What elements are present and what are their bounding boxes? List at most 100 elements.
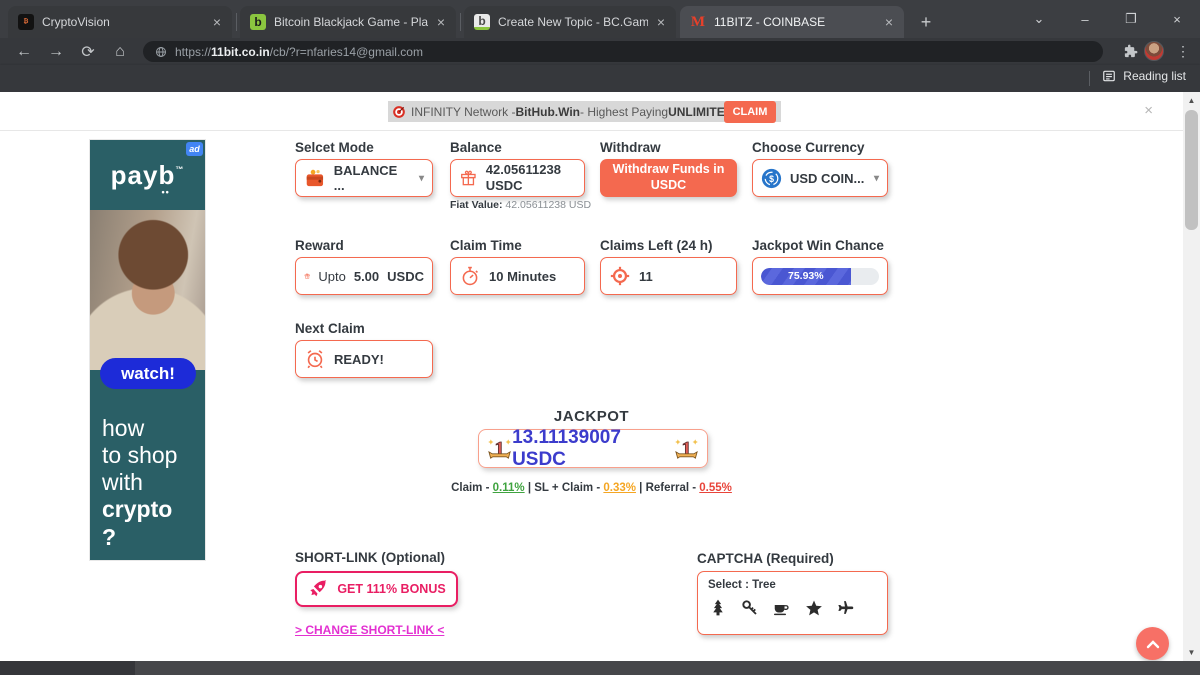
- address-bar[interactable]: https://11bit.co.in/cb/?r=nfaries14@gmai…: [143, 41, 1103, 62]
- scrollbar-down-icon[interactable]: ▼: [1183, 644, 1200, 661]
- new-tab-button[interactable]: +: [912, 8, 940, 36]
- withdraw-button[interactable]: Withdraw Funds in USDC: [600, 159, 737, 197]
- ad-brand-b: b: [158, 160, 175, 191]
- reward-amount: 5.00: [354, 269, 379, 284]
- first-place-medal-icon: 1: [674, 434, 699, 464]
- reading-list-label: Reading list: [1123, 69, 1186, 83]
- restore-button[interactable]: ❐: [1108, 0, 1154, 38]
- scrollbar-thumb[interactable]: [1185, 110, 1198, 230]
- forward-icon[interactable]: →: [40, 40, 72, 64]
- extensions-puzzle-icon[interactable]: [1123, 44, 1138, 59]
- captcha-plane-icon[interactable]: [836, 598, 855, 617]
- tab-cryptovision[interactable]: ₿ CryptoVision ×: [8, 6, 232, 38]
- scroll-to-top-button[interactable]: [1136, 627, 1169, 660]
- banner-claim-button[interactable]: CLAIM: [724, 101, 776, 123]
- claim-time-value: 10 Minutes: [489, 269, 556, 284]
- rate-claim-label: Claim -: [451, 482, 493, 494]
- next-claim-box: READY!: [295, 340, 433, 378]
- rate-referral-value: 0.55%: [699, 482, 732, 494]
- select-mode-dropdown[interactable]: BALANCE ... ▾: [295, 159, 433, 197]
- ad-watch-button[interactable]: watch!: [100, 358, 196, 389]
- fiat-amount: 42.05611238 USD: [503, 199, 592, 211]
- rocket-icon: [307, 578, 329, 600]
- alarm-clock-icon: [304, 348, 326, 370]
- progress-value: 75.93%: [788, 270, 824, 282]
- ad-banner[interactable]: ad payb™ watch! how to shop with crypto …: [90, 140, 205, 560]
- captcha-label: CAPTCHA (Required): [697, 551, 834, 566]
- rate-referral-label: | Referral -: [636, 482, 699, 494]
- tab-close-icon[interactable]: ×: [654, 14, 668, 30]
- jackpot-amount: 13.11139007 USDC: [512, 427, 674, 471]
- chevron-down-icon: ▾: [874, 173, 879, 184]
- banner-close-icon[interactable]: ×: [1144, 102, 1153, 119]
- captcha-star-icon[interactable]: [804, 598, 823, 617]
- get-bonus-label: GET 111% BONUS: [337, 582, 445, 596]
- captcha-tree-icon[interactable]: [708, 598, 727, 617]
- profile-avatar[interactable]: [1144, 41, 1164, 61]
- window-close-button[interactable]: ×: [1154, 0, 1200, 38]
- reward-prefix: Upto: [318, 269, 345, 284]
- captcha-coffee-icon[interactable]: [772, 598, 791, 617]
- tab-11bitz-active[interactable]: M 11BITZ - COINBASE ×: [680, 6, 904, 38]
- horizontal-scrollbar[interactable]: [0, 661, 1200, 675]
- ad-caption-line: to shop: [102, 442, 177, 469]
- gift-icon: [459, 166, 478, 190]
- tab-create-new-topic[interactable]: b Create New Topic - BC.Game For ×: [464, 6, 676, 38]
- target-crosshair-icon: [609, 265, 631, 287]
- currency-dropdown[interactable]: $ USD COIN... ▾: [752, 159, 888, 197]
- banner-bold1: BitHub.Win: [515, 105, 580, 119]
- balance-value: 42.05611238 USDC: [486, 162, 576, 195]
- globe-icon: [155, 46, 167, 58]
- vertical-scrollbar[interactable]: ▲ ▼: [1183, 92, 1200, 661]
- rate-sl-label: | SL + Claim -: [525, 482, 604, 494]
- tab-close-icon[interactable]: ×: [434, 14, 448, 30]
- tab-bitcoin-blackjack[interactable]: b Bitcoin Blackjack Game - Play BTC ×: [240, 6, 456, 38]
- browser-menu-icon[interactable]: ⋮: [1170, 43, 1196, 60]
- claims-left-value: 11: [639, 269, 653, 284]
- tab-close-icon[interactable]: ×: [882, 14, 896, 30]
- jackpot-box: 1 13.11139007 USDC 1: [478, 429, 708, 468]
- select-mode-value: BALANCE ...: [334, 163, 411, 193]
- hscrollbar-thumb[interactable]: [0, 661, 135, 675]
- get-bonus-button[interactable]: GET 111% BONUS: [295, 571, 458, 607]
- shortlink-label: SHORT-LINK (Optional): [295, 550, 445, 565]
- reload-icon[interactable]: ⟳: [72, 40, 104, 64]
- progress-fill: 75.93%: [761, 268, 851, 285]
- ad-photo[interactable]: [90, 210, 205, 370]
- browser-window: ₿ CryptoVision × b Bitcoin Blackjack Gam…: [0, 0, 1200, 675]
- jackpot-chance-progress: 75.93%: [761, 268, 879, 285]
- scrollbar-up-icon[interactable]: ▲: [1183, 92, 1200, 109]
- svg-text:$: $: [769, 174, 774, 184]
- reading-list-button[interactable]: Reading list: [1102, 69, 1186, 83]
- ad-brand-pay: pay: [111, 160, 159, 191]
- minimize-button[interactable]: –: [1062, 0, 1108, 38]
- banner-prefix: INFINITY Network -: [411, 105, 515, 119]
- rate-sl-value: 0.33%: [603, 482, 636, 494]
- chevron-up-icon: [1146, 639, 1160, 649]
- jackpot-chance-label: Jackpot Win Chance: [752, 238, 884, 253]
- home-icon[interactable]: ⌂: [104, 40, 136, 64]
- rate-claim-value: 0.11%: [493, 482, 525, 494]
- chevron-down-icon: ▾: [419, 173, 424, 184]
- back-icon[interactable]: ←: [8, 40, 40, 64]
- jackpot-title: JACKPOT: [295, 408, 888, 425]
- tab-title: 11BITZ - COINBASE: [714, 15, 876, 29]
- tab-title: Bitcoin Blackjack Game - Play BTC: [274, 15, 428, 29]
- bcgame-forum-favicon-icon: b: [474, 14, 490, 30]
- fiat-label: Fiat Value:: [450, 199, 503, 211]
- promo-banner-text: INFINITY Network - BitHub.Win - Highest …: [388, 101, 781, 122]
- first-place-medal-icon: 1: [487, 434, 512, 464]
- url-path: /cb/?r=nfaries14@gmail.com: [270, 45, 423, 59]
- divider: [1089, 71, 1090, 86]
- window-menu-button[interactable]: ⌄: [1016, 0, 1062, 38]
- captcha-key-icon[interactable]: [740, 598, 759, 617]
- captcha-box: Select : Tree: [697, 571, 888, 635]
- change-shortlink-link[interactable]: > CHANGE SHORT-LINK <: [295, 623, 444, 637]
- target-icon: [392, 105, 406, 119]
- browser-toolbar: ← → ⟳ ⌂ https://11bit.co.in/cb/?r=nfarie…: [0, 38, 1200, 65]
- page-content: INFINITY Network - BitHub.Win - Highest …: [0, 92, 1183, 661]
- captcha-icons: [708, 598, 877, 617]
- adchoices-icon[interactable]: ad: [186, 142, 203, 156]
- tab-close-icon[interactable]: ×: [210, 14, 224, 30]
- 11bitz-favicon-icon: M: [690, 14, 706, 30]
